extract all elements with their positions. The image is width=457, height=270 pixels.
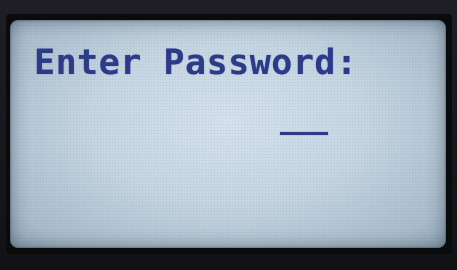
password-entry-cursor[interactable] [280, 132, 328, 135]
device-panel: Enter Password: [0, 0, 457, 270]
password-prompt-label: Enter Password: [34, 43, 358, 83]
lcd-screen: Enter Password: [10, 20, 446, 248]
